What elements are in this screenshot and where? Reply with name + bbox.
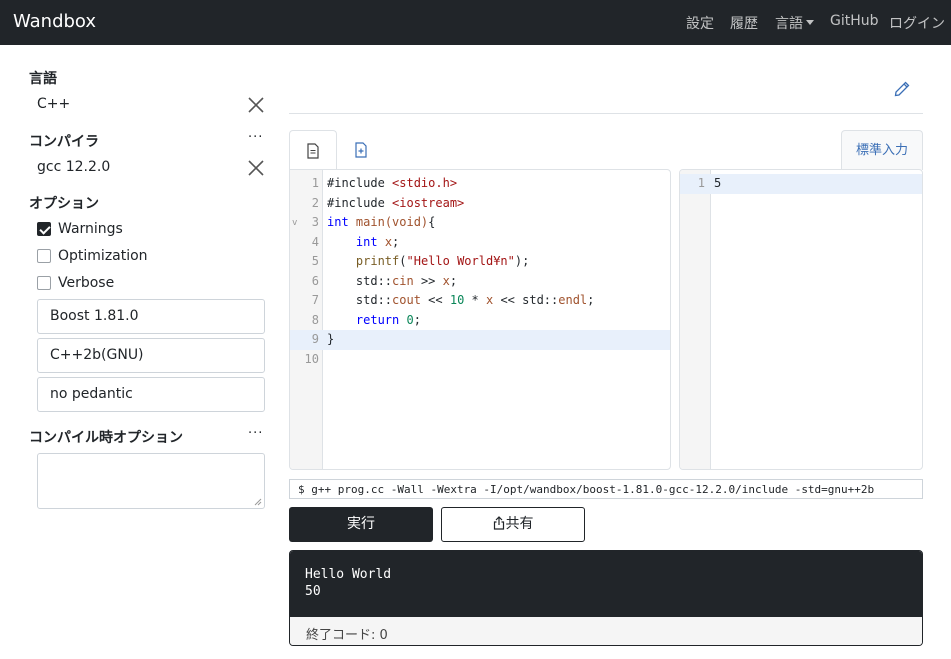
line-number: 9 (311, 332, 319, 346)
boost-select[interactable]: Boost 1.81.0 (37, 299, 265, 334)
option-label: Optimization (58, 248, 148, 264)
share-button[interactable]: 共有 (441, 507, 585, 542)
language-title: 言語 (29, 71, 57, 87)
line-number: 8 (311, 312, 319, 327)
compiler-more-icon[interactable]: ··· (248, 130, 263, 145)
file-icon (307, 142, 319, 159)
add-file-tab[interactable] (345, 130, 377, 170)
code-text: #include <stdio.h> (327, 176, 458, 190)
compile-options-more-icon[interactable]: ··· (248, 426, 263, 441)
code-line: 10 (290, 350, 670, 370)
code-text: } (327, 332, 335, 346)
exit-code-label: 終了コード: (306, 628, 380, 643)
tab-source-file[interactable] (289, 130, 337, 170)
option-label: Verbose (58, 275, 115, 291)
nav-history[interactable]: 履歴 (730, 13, 758, 33)
code-text: std::cout << 10 * x << std::endl; (327, 293, 595, 307)
line-number: 6 (311, 273, 319, 288)
code-editor[interactable]: 1 #include <stdio.h> 2 #include <iostream> v… (289, 169, 671, 470)
line-number: 10 (304, 351, 319, 366)
stdin-line: 1 5 (680, 174, 922, 194)
file-plus-icon (355, 142, 367, 158)
code-text: std::cin >> x; (327, 273, 458, 288)
option-label: Warnings (58, 221, 123, 237)
nav-settings[interactable]: 設定 (686, 13, 714, 33)
line-number: 3 (311, 215, 319, 229)
std-select[interactable]: C++2b(GNU) (37, 338, 265, 373)
code-line: 1 #include <stdio.h> (290, 174, 670, 194)
compile-options-title: コンパイル時オプション (29, 430, 183, 446)
checkbox-icon[interactable] (37, 249, 51, 263)
resize-grip-icon[interactable] (254, 498, 262, 506)
nav-language-dropdown[interactable]: 言語 (775, 13, 814, 33)
exit-code-footer: 終了コード: 0 (290, 617, 922, 645)
output-panel: Hello World 50 終了コード: 0 (289, 550, 923, 646)
code-text: int x; (355, 234, 400, 249)
code-text: printf("Hello World¥n"); (355, 254, 530, 268)
navbar: Wandbox 設定 履歴 言語 GitHub ログイン (0, 0, 951, 45)
compiler-title: コンパイラ (29, 134, 99, 150)
options-title: オプション (29, 196, 99, 212)
brand-logo[interactable]: Wandbox (13, 11, 96, 32)
title-divider (289, 113, 923, 114)
clear-compiler-icon[interactable] (247, 159, 265, 177)
pedantic-select[interactable]: no pedantic (37, 377, 265, 412)
nav-login[interactable]: ログイン (889, 13, 945, 33)
exit-code-value: 0 (379, 628, 388, 643)
program-output: Hello World 50 (290, 551, 922, 617)
code-line: 7 std::cout << 10 * x << std::endl; (290, 291, 670, 311)
stdin-editor[interactable]: 1 5 (679, 169, 923, 470)
line-number: 2 (311, 195, 319, 210)
code-line: 2 #include <iostream> (290, 194, 670, 214)
line-number: 7 (311, 293, 319, 307)
line-number: 1 (311, 176, 319, 190)
code-line: 9} (290, 330, 670, 350)
code-text: return 0; (355, 312, 421, 327)
compiler-value: gcc 12.2.0 (37, 159, 111, 175)
compile-options-textarea[interactable] (37, 453, 265, 509)
line-number: 1 (697, 176, 705, 190)
nav-github[interactable]: GitHub (830, 13, 879, 29)
code-line: v 3 int main(void){ (290, 213, 670, 233)
nav-language-label: 言語 (775, 16, 803, 32)
clear-language-icon[interactable] (247, 96, 265, 114)
line-number: 4 (311, 234, 319, 249)
code-line: 5 printf("Hello World¥n"); (290, 252, 670, 272)
checkbox-checked-icon[interactable] (37, 222, 51, 236)
share-label: 共有 (505, 516, 534, 532)
run-button[interactable]: 実行 (289, 507, 433, 542)
line-number: 5 (311, 254, 319, 268)
command-line: $ g++ prog.cc -Wall -Wextra -I/opt/wandb… (289, 479, 923, 499)
code-line: 8 return 0; (290, 311, 670, 331)
code-text: #include <iostream> (327, 195, 465, 210)
language-select[interactable]: C++ (37, 94, 265, 116)
code-line: 4 int x; (290, 233, 670, 253)
share-icon (493, 516, 504, 530)
code-text: int main(void){ (327, 215, 436, 229)
language-value: C++ (37, 96, 71, 112)
edit-title-pencil-icon[interactable] (894, 81, 910, 97)
stdin-value: 5 (714, 176, 722, 190)
caret-down-icon (806, 20, 814, 25)
checkbox-icon[interactable] (37, 276, 51, 290)
stdin-gutter (680, 170, 711, 469)
code-line: 6 std::cin >> x; (290, 272, 670, 292)
tab-stdin[interactable]: 標準入力 (841, 130, 923, 170)
compiler-select[interactable]: gcc 12.2.0 (37, 157, 265, 179)
